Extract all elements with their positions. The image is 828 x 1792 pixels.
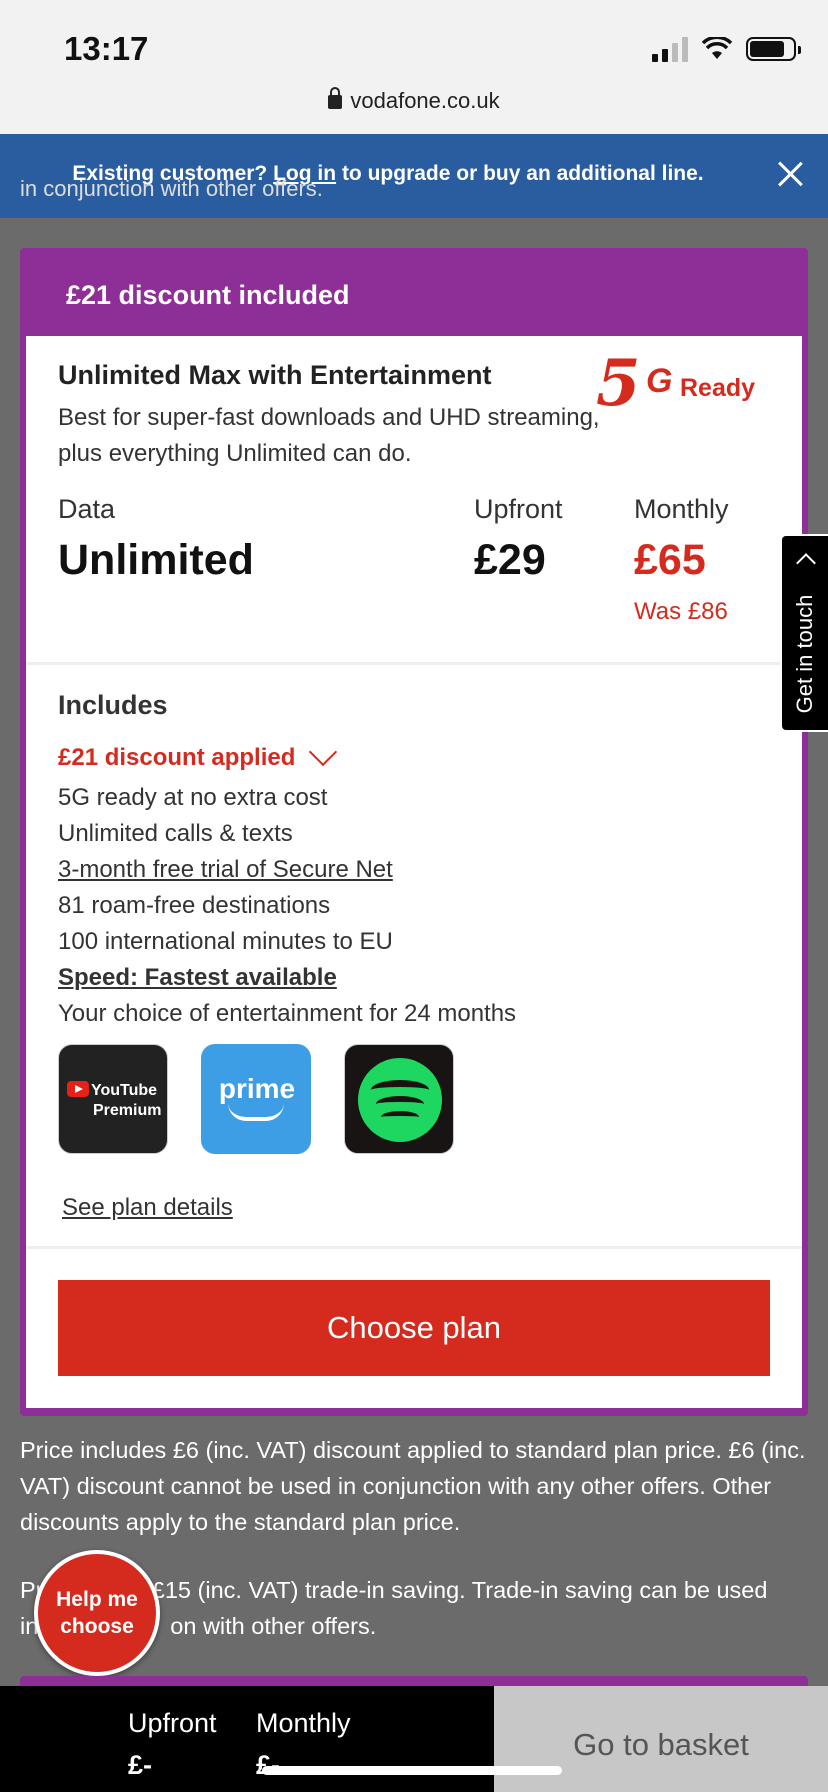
- divider: [26, 1246, 802, 1249]
- footnote-fragment: on with other offers.: [170, 1613, 377, 1639]
- footnote-fragment: s £15 (inc. VAT) trade-in saving. Trade-…: [133, 1577, 768, 1603]
- feature-item: Unlimited calls & texts: [58, 820, 293, 847]
- chevron-down-icon: [309, 737, 338, 767]
- plan-title: Unlimited Max with Entertainment: [58, 360, 492, 390]
- signal-icon: [652, 36, 688, 62]
- chevron-up-icon: [796, 553, 816, 573]
- includes-title: Includes: [58, 690, 168, 720]
- get-in-touch-tab[interactable]: Get in touch: [780, 534, 828, 732]
- prime-logo: prime: [218, 1073, 296, 1104]
- features-list: 5G ready at no extra cost Unlimited call…: [58, 780, 393, 996]
- data-value: Unlimited: [58, 536, 254, 584]
- close-icon[interactable]: [776, 160, 804, 188]
- feature-item: 81 roam-free destinations: [58, 892, 331, 919]
- upfront-value: £29: [474, 536, 546, 584]
- lock-icon: [328, 87, 343, 109]
- speed-link[interactable]: Speed: Fastest available: [58, 960, 393, 996]
- url-text: vodafone.co.uk: [350, 88, 500, 113]
- help-label-line2: choose: [60, 1615, 134, 1638]
- badge-ready: Ready: [680, 374, 756, 402]
- go-to-basket-button[interactable]: Go to basket: [494, 1686, 828, 1792]
- youtube-word: YouTube: [91, 1082, 158, 1099]
- badge-g: G: [646, 362, 673, 400]
- plan-card: £21 discount included Unlimited Max with…: [20, 248, 808, 1416]
- price-footnote: Price includes £6 (inc. VAT) discount ap…: [20, 1437, 806, 1535]
- monthly-value: £65: [634, 536, 706, 584]
- spotify-tile[interactable]: [344, 1044, 454, 1154]
- divider: [26, 662, 802, 665]
- feature-item: 100 international minutes to EU: [58, 928, 393, 955]
- badge-five: 5: [596, 346, 641, 421]
- discount-toggle[interactable]: £21 discount applied: [58, 737, 338, 772]
- bottom-upfront-value: £-: [128, 1750, 153, 1780]
- amazon-prime-tile[interactable]: prime: [201, 1044, 311, 1154]
- bottom-upfront-label: Upfront: [128, 1708, 217, 1738]
- help-me-choose-button[interactable]: Help me choose: [34, 1550, 160, 1676]
- get-in-touch-label: Get in touch: [792, 594, 817, 714]
- plan-description: Best for super-fast downloads and UHD st…: [58, 404, 600, 467]
- secure-net-link[interactable]: 3-month free trial of Secure Net: [58, 852, 393, 888]
- status-icons: [652, 36, 801, 62]
- see-plan-details-link[interactable]: See plan details: [62, 1194, 233, 1222]
- discount-applied-label: £21 discount applied: [58, 744, 296, 771]
- prime-smile-icon: [228, 1103, 284, 1121]
- bottom-monthly-label: Monthly: [256, 1708, 351, 1738]
- help-label-line1: Help me: [56, 1588, 138, 1611]
- clock: 13:17: [64, 30, 149, 67]
- choose-plan-button[interactable]: Choose plan: [58, 1280, 770, 1376]
- bottom-summary-bar: Upfront £- Monthly £- Go to basket: [0, 1686, 828, 1792]
- monthly-label: Monthly: [634, 494, 729, 524]
- spotify-icon: [358, 1058, 442, 1142]
- premium-word: Premium: [93, 1102, 162, 1119]
- banner-suffix: to upgrade or buy an additional line.: [341, 162, 704, 185]
- data-label: Data: [58, 494, 116, 524]
- feature-item: 5G ready at no extra cost: [58, 784, 328, 811]
- wifi-icon: [702, 37, 732, 59]
- youtube-premium-tile[interactable]: YouTube Premium: [58, 1044, 168, 1154]
- card-header: £21 discount included: [66, 280, 350, 310]
- was-price: Was £86: [634, 598, 728, 625]
- 5g-ready-badge: 5 G Ready: [596, 346, 766, 434]
- battery-icon: [746, 37, 801, 61]
- upfront-label: Upfront: [474, 494, 563, 524]
- home-indicator[interactable]: [262, 1766, 562, 1775]
- status-bar: 13:17 vodafone.co.uk: [0, 0, 828, 134]
- partial-text: in conjunction with other offers.: [20, 176, 323, 201]
- entertainment-text: Your choice of entertainment for 24 mont…: [58, 1000, 517, 1027]
- youtube-premium-logo: YouTube Premium: [67, 1081, 161, 1121]
- youtube-play-icon: [67, 1081, 89, 1097]
- card-body: Unlimited Max with Entertainment Best fo…: [26, 336, 802, 1408]
- address-bar[interactable]: vodafone.co.uk: [0, 87, 828, 114]
